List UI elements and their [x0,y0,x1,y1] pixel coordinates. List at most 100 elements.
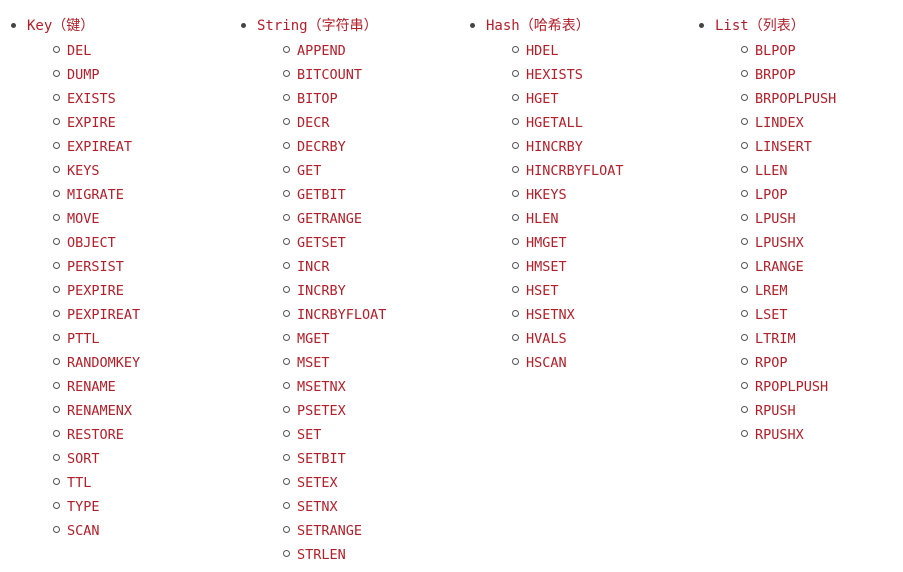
command-link[interactable]: EXPIREAT [67,139,132,155]
command-link[interactable]: SETEX [297,475,338,491]
command-link[interactable]: BRPOP [755,67,796,83]
command-item: MSET [240,350,386,374]
command-link[interactable]: LPUSH [755,211,796,227]
command-item: BRPOP [698,62,836,86]
command-item: SORT [10,446,140,470]
command-link[interactable]: LPUSHX [755,235,804,251]
command-link[interactable]: PERSIST [67,259,124,275]
circle-bullet-icon [283,502,290,509]
circle-bullet-icon [283,526,290,533]
command-link[interactable]: LPOP [755,187,788,203]
command-link[interactable]: SETBIT [297,451,346,467]
command-link[interactable]: RPOP [755,355,788,371]
command-item: RENAME [10,374,140,398]
command-item: PEXPIRE [10,278,140,302]
command-link[interactable]: RPUSHX [755,427,804,443]
command-link[interactable]: HVALS [526,331,567,347]
command-item: MOVE [10,206,140,230]
command-link[interactable]: OBJECT [67,235,116,251]
command-link[interactable]: TYPE [67,499,100,515]
command-link[interactable]: HSCAN [526,355,567,371]
command-link[interactable]: MGET [297,331,330,347]
command-link[interactable]: HGET [526,91,559,107]
command-link[interactable]: INCRBYFLOAT [297,307,386,323]
command-link[interactable]: LINDEX [755,115,804,131]
command-link[interactable]: GETSET [297,235,346,251]
command-item: SET [240,422,386,446]
command-link[interactable]: EXISTS [67,91,116,107]
command-item: LPUSHX [698,230,836,254]
circle-bullet-icon [53,526,60,533]
command-link[interactable]: PTTL [67,331,100,347]
command-link[interactable]: MSETNX [297,379,346,395]
command-link[interactable]: SORT [67,451,100,467]
command-link[interactable]: SCAN [67,523,100,539]
command-link[interactable]: DECR [297,115,330,131]
command-link[interactable]: GET [297,163,321,179]
command-link[interactable]: HINCRBYFLOAT [526,163,624,179]
command-item: MGET [240,326,386,350]
command-link[interactable]: APPEND [297,43,346,59]
command-link[interactable]: LRANGE [755,259,804,275]
command-link[interactable]: HSETNX [526,307,575,323]
bullet-icon [11,23,16,28]
command-link[interactable]: PSETEX [297,403,346,419]
command-link[interactable]: LREM [755,283,788,299]
command-link[interactable]: EXPIRE [67,115,116,131]
command-link[interactable]: PEXPIRE [67,283,124,299]
command-link[interactable]: RANDOMKEY [67,355,140,371]
bullet-icon [241,23,246,28]
command-link[interactable]: MOVE [67,211,100,227]
command-link[interactable]: LSET [755,307,788,323]
command-link[interactable]: TTL [67,475,91,491]
command-item: HMSET [469,254,624,278]
command-link[interactable]: HDEL [526,43,559,59]
command-link[interactable]: INCR [297,259,330,275]
command-link[interactable]: BLPOP [755,43,796,59]
command-link[interactable]: HGETALL [526,115,583,131]
command-link[interactable]: SET [297,427,321,443]
command-item: DECRBY [240,134,386,158]
command-link[interactable]: RESTORE [67,427,124,443]
command-link[interactable]: HKEYS [526,187,567,203]
command-link[interactable]: SETRANGE [297,523,362,539]
command-link[interactable]: MIGRATE [67,187,124,203]
command-link[interactable]: DEL [67,43,91,59]
command-link[interactable]: LINSERT [755,139,812,155]
command-item: MSETNX [240,374,386,398]
command-link[interactable]: HLEN [526,211,559,227]
command-link[interactable]: RPOPLPUSH [755,379,828,395]
command-item: SETRANGE [240,518,386,542]
command-link[interactable]: MSET [297,355,330,371]
command-link[interactable]: LTRIM [755,331,796,347]
circle-bullet-icon [53,454,60,461]
command-item: INCRBYFLOAT [240,302,386,326]
command-link[interactable]: GETBIT [297,187,346,203]
command-link[interactable]: DUMP [67,67,100,83]
group-title: List（列表） [698,14,836,38]
group-title-text: String（字符串） [257,18,378,34]
command-link[interactable]: BRPOPLPUSH [755,91,836,107]
command-link[interactable]: RENAMENX [67,403,132,419]
command-link[interactable]: KEYS [67,163,100,179]
command-link[interactable]: DECRBY [297,139,346,155]
command-link[interactable]: HINCRBY [526,139,583,155]
command-link[interactable]: HMSET [526,259,567,275]
command-link[interactable]: HSET [526,283,559,299]
command-link[interactable]: STRLEN [297,547,346,563]
circle-bullet-icon [53,70,60,77]
command-link[interactable]: RPUSH [755,403,796,419]
command-link[interactable]: INCRBY [297,283,346,299]
command-link[interactable]: PEXPIREAT [67,307,140,323]
command-link[interactable]: BITOP [297,91,338,107]
command-link[interactable]: GETRANGE [297,211,362,227]
command-link[interactable]: SETNX [297,499,338,515]
circle-bullet-icon [53,310,60,317]
circle-bullet-icon [53,502,60,509]
circle-bullet-icon [53,382,60,389]
command-link[interactable]: RENAME [67,379,116,395]
command-link[interactable]: LLEN [755,163,788,179]
command-link[interactable]: BITCOUNT [297,67,362,83]
command-link[interactable]: HMGET [526,235,567,251]
command-link[interactable]: HEXISTS [526,67,583,83]
